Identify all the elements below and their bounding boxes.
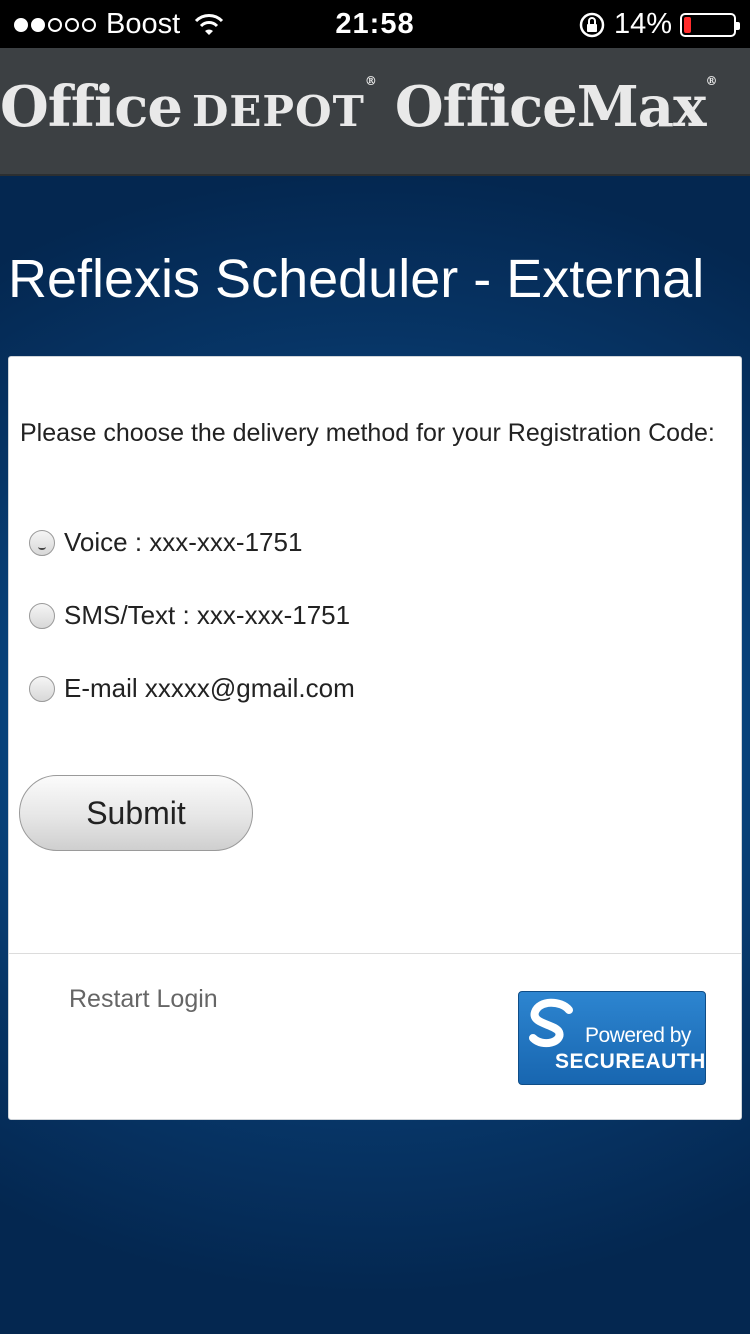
status-right: 14%	[578, 8, 740, 41]
rotation-lock-icon	[579, 12, 605, 37]
office-depot-logo-office: Office	[0, 74, 183, 140]
submit-button[interactable]: Submit	[19, 775, 253, 851]
restart-login-link[interactable]: Restart Login	[69, 985, 218, 1014]
secureauth-s-icon	[529, 998, 573, 1048]
office-depot-logo-depot: DEPOT	[191, 87, 365, 136]
secureauth-logo: Powered by SECUREAUTH®	[518, 991, 713, 1085]
secureauth-trademark: ®	[705, 1050, 714, 1061]
radio-email[interactable]	[29, 675, 55, 702]
secureauth-brand-name: SECUREAUTH	[555, 1050, 706, 1073]
option-sms-label: SMS/Text : xxx-xxx-1751	[64, 600, 351, 630]
battery-icon	[680, 12, 740, 37]
secureauth-brand-text: SECUREAUTH®	[555, 1050, 714, 1074]
battery-level	[684, 16, 691, 33]
battery-percent: 14%	[613, 8, 672, 40]
page-title: Reflexis Scheduler - External	[8, 249, 705, 309]
radio-sms[interactable]	[29, 602, 55, 629]
office-depot-trademark: ®	[364, 74, 377, 88]
option-email-label: E-mail xxxxx@gmail.com	[64, 673, 355, 703]
brand-header: Office DEPOT® OfficeMax®	[0, 48, 750, 176]
officemax-trademark: ®	[705, 74, 718, 88]
option-voice[interactable]: Voice : xxx-xxx-1751	[29, 527, 302, 558]
secureauth-powered-text: Powered by	[585, 1024, 691, 1047]
brand-logos: Office DEPOT® OfficeMax®	[0, 74, 717, 140]
option-voice-label: Voice : xxx-xxx-1751	[64, 527, 303, 557]
option-email[interactable]: E-mail xxxxx@gmail.com	[29, 673, 355, 704]
radio-voice[interactable]	[29, 529, 55, 556]
delivery-method-prompt: Please choose the delivery method for yo…	[20, 419, 715, 447]
status-bar: Boost 21:58 14%	[0, 0, 750, 48]
option-sms[interactable]: SMS/Text : xxx-xxx-1751	[29, 600, 350, 631]
delivery-method-card: Please choose the delivery method for yo…	[8, 356, 742, 1120]
officemax-logo: OfficeMax	[394, 74, 707, 140]
card-divider	[9, 953, 741, 954]
